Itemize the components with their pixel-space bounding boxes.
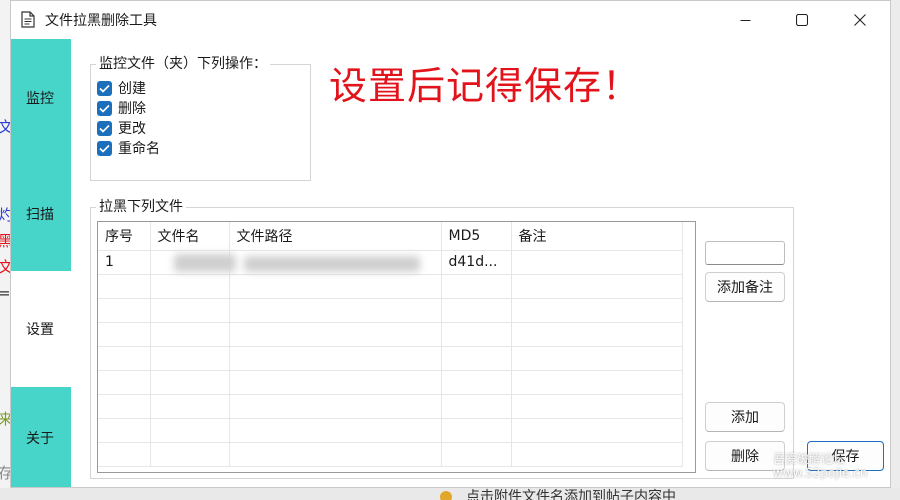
- background-bottom-strip: 点击附件文件名添加到帖子内容中: [0, 488, 900, 500]
- close-button[interactable]: [837, 1, 883, 39]
- minimize-icon: [740, 19, 750, 21]
- blacklist-table[interactable]: 序号 文件名 文件路径 MD5 备注 1 d41d...: [97, 221, 696, 473]
- tab-settings[interactable]: 设置: [11, 271, 71, 387]
- checkbox-modify[interactable]: 更改: [97, 118, 146, 138]
- group-title: 监控文件（夹）下列操作：: [96, 55, 270, 73]
- background-hint-text: 点击附件文件名添加到帖子内容中: [466, 489, 676, 500]
- sidebar: 监控 扫描 设置 关于: [11, 39, 71, 487]
- table-row: [98, 442, 683, 467]
- column-header-path[interactable]: 文件路径: [229, 222, 442, 251]
- watermark-line: 吾爱破解论坛: [773, 452, 846, 466]
- checkbox-checked-icon[interactable]: [97, 80, 112, 96]
- background-window-edge-right: [890, 0, 900, 488]
- table-row: [98, 298, 683, 323]
- table-row: [98, 418, 683, 443]
- column-header-filename[interactable]: 文件名: [150, 222, 230, 251]
- table-row: [98, 394, 683, 419]
- checkbox-label: 重命名: [118, 141, 160, 157]
- watermark: 吾爱破解论坛 www.52pojie.cn: [773, 452, 888, 480]
- title-bar[interactable]: 文件拉黑删除工具: [11, 1, 890, 39]
- tab-scan[interactable]: 扫描: [11, 156, 71, 271]
- watermark-line: www.52pojie.cn: [773, 466, 868, 480]
- table-row: [98, 370, 683, 395]
- column-header-note[interactable]: 备注: [511, 222, 683, 251]
- checkbox-label: 更改: [118, 121, 146, 137]
- close-icon: [854, 14, 866, 26]
- window-title: 文件拉黑删除工具: [45, 13, 157, 29]
- document-icon: [21, 11, 35, 28]
- checkbox-checked-icon[interactable]: [97, 100, 112, 116]
- checkbox-checked-icon[interactable]: [97, 140, 112, 156]
- tab-monitor[interactable]: 监控: [11, 39, 71, 156]
- background-window-edge: 文 灼 黑 文 = 来 存: [0, 0, 13, 500]
- tab-label: 扫描: [26, 206, 54, 223]
- table-row: [98, 346, 683, 371]
- background-glyph: =: [0, 284, 11, 302]
- table-row: [98, 274, 683, 299]
- maximize-icon: [796, 14, 808, 26]
- checkbox-delete[interactable]: 删除: [97, 98, 146, 118]
- save-reminder-text: 设置后记得保存！: [329, 64, 642, 108]
- redaction-blur: [244, 256, 420, 272]
- group-title: 拉黑下列文件: [96, 198, 186, 216]
- tab-label: 设置: [26, 322, 54, 338]
- checkbox-checked-icon[interactable]: [97, 120, 112, 136]
- checkbox-label: 删除: [118, 101, 146, 117]
- app-window: 文件拉黑删除工具 监控 扫描 设置 关于 监控文件（夹）下列操作： 创建 删除 …: [10, 0, 891, 488]
- minimize-button[interactable]: [722, 1, 768, 39]
- table-header-row: 序号 文件名 文件路径 MD5 备注: [98, 222, 683, 251]
- maximize-button[interactable]: [779, 1, 825, 39]
- table-row: [98, 322, 683, 347]
- cell-index: 1: [98, 250, 151, 275]
- redaction-blur: [174, 254, 236, 272]
- cell-md5: d41d...: [441, 250, 512, 275]
- tab-label: 关于: [26, 431, 54, 447]
- checkbox-label: 创建: [118, 81, 146, 97]
- add-note-button[interactable]: 添加备注: [705, 272, 785, 302]
- lightbulb-icon: [440, 491, 452, 500]
- add-button[interactable]: 添加: [705, 402, 785, 432]
- tab-label: 监控: [26, 90, 54, 107]
- column-header-index[interactable]: 序号: [98, 222, 151, 251]
- column-header-md5[interactable]: MD5: [441, 222, 512, 251]
- checkbox-create[interactable]: 创建: [97, 78, 146, 98]
- monitor-options-group: 监控文件（夹）下列操作： 创建 删除 更改 重命名: [90, 55, 311, 181]
- checkbox-rename[interactable]: 重命名: [97, 138, 160, 158]
- tab-about[interactable]: 关于: [11, 387, 71, 487]
- cell-note: [511, 250, 683, 275]
- settings-panel: 监控文件（夹）下列操作： 创建 删除 更改 重命名 设置后记得保存！ 拉黑下列文…: [71, 39, 890, 487]
- note-input[interactable]: [705, 241, 785, 265]
